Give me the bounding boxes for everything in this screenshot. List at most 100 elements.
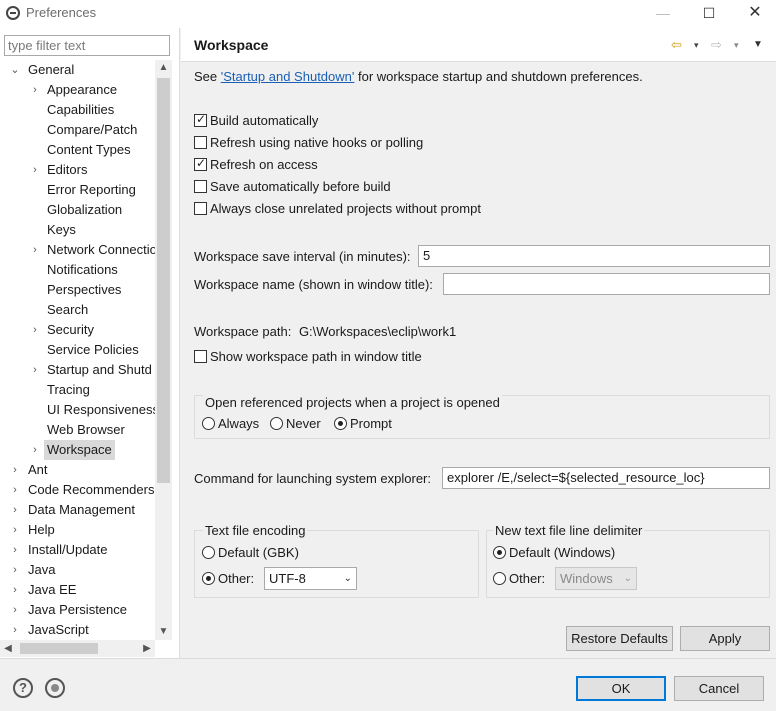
chevron-right-icon[interactable]: › xyxy=(9,560,21,580)
scrollbar-thumb[interactable] xyxy=(157,78,170,483)
checkbox-box[interactable] xyxy=(194,136,207,149)
forward-dropdown-icon[interactable]: ▾ xyxy=(734,40,739,51)
tree-horizontal-scrollbar[interactable]: ◀ ▶ xyxy=(0,640,155,657)
save-before-build-checkbox[interactable]: Save automatically before build xyxy=(194,179,391,194)
tree-item[interactable]: Error Reporting xyxy=(0,180,155,200)
record-macro-icon[interactable] xyxy=(45,678,65,698)
save-interval-input[interactable]: 5 xyxy=(418,245,770,267)
refresh-on-access-checkbox[interactable]: Refresh on access xyxy=(194,156,318,172)
radio-circle[interactable] xyxy=(202,572,215,585)
show-path-checkbox[interactable]: Show workspace path in window title xyxy=(194,349,422,364)
close-unrelated-checkbox[interactable]: Always close unrelated projects without … xyxy=(194,201,481,216)
checkbox-box[interactable] xyxy=(194,112,207,127)
startup-shutdown-link[interactable]: 'Startup and Shutdown' xyxy=(221,69,355,84)
tree-item[interactable]: Service Policies xyxy=(0,340,155,360)
tree-item[interactable]: Content Types xyxy=(0,140,155,160)
never-radio[interactable]: Never xyxy=(270,416,321,431)
back-dropdown-icon[interactable]: ▾ xyxy=(694,40,699,51)
tree-item[interactable]: › Workspace xyxy=(0,440,155,460)
chevron-right-icon[interactable]: › xyxy=(9,520,21,540)
tree-item[interactable]: › Startup and Shutd xyxy=(0,360,155,380)
tree-item[interactable]: Capabilities xyxy=(0,100,155,120)
radio-circle[interactable] xyxy=(493,572,506,585)
cancel-button[interactable]: Cancel xyxy=(674,676,764,701)
scroll-left-icon[interactable]: ◀ xyxy=(0,640,16,657)
tree-item[interactable]: Notifications xyxy=(0,260,155,280)
encoding-select[interactable]: UTF-8 ⌄ xyxy=(264,567,357,590)
explorer-command-input[interactable]: explorer /E,/select=${selected_resource_… xyxy=(442,467,770,489)
build-automatically-checkbox[interactable]: Build automatically xyxy=(194,112,318,128)
chevron-down-icon[interactable]: ⌄ xyxy=(9,60,21,80)
tree-item[interactable]: › Help xyxy=(0,520,155,540)
tree-item[interactable]: › Editors xyxy=(0,160,155,180)
tree-item[interactable]: Tracing xyxy=(0,380,155,400)
scroll-up-icon[interactable]: ▲ xyxy=(155,60,172,76)
radio-circle[interactable] xyxy=(334,417,347,430)
close-button[interactable]: ✕ xyxy=(732,0,776,28)
prompt-radio[interactable]: Prompt xyxy=(334,416,392,431)
tree-item[interactable]: › Java xyxy=(0,560,155,580)
tree-item[interactable]: › Ant xyxy=(0,460,155,480)
restore-defaults-button[interactable]: Restore Defaults xyxy=(566,626,673,651)
tree-item[interactable]: › Java Persistence xyxy=(0,600,155,620)
encoding-other-radio[interactable]: Other: xyxy=(202,571,254,586)
chevron-right-icon[interactable]: › xyxy=(9,480,21,500)
ok-button[interactable]: OK xyxy=(576,676,666,701)
scroll-right-icon[interactable]: ▶ xyxy=(139,640,155,657)
radio-circle[interactable] xyxy=(493,546,506,559)
tree-item[interactable]: › Java EE xyxy=(0,580,155,600)
tree-item[interactable]: › Data Management xyxy=(0,500,155,520)
chevron-right-icon[interactable]: › xyxy=(29,80,41,100)
chevron-right-icon[interactable]: › xyxy=(29,160,41,180)
chevron-right-icon[interactable]: › xyxy=(9,580,21,600)
tree-item[interactable]: › Security xyxy=(0,320,155,340)
chevron-right-icon[interactable]: › xyxy=(29,360,41,380)
chevron-right-icon[interactable]: › xyxy=(29,320,41,340)
back-arrow-icon[interactable]: ⇦ xyxy=(671,37,682,53)
chevron-right-icon[interactable]: › xyxy=(9,620,21,640)
chevron-right-icon[interactable]: › xyxy=(9,500,21,520)
radio-circle[interactable] xyxy=(270,417,283,430)
checkbox-box[interactable] xyxy=(194,156,207,171)
chevron-right-icon[interactable]: › xyxy=(29,240,41,260)
checkbox-box[interactable] xyxy=(194,350,207,363)
tree-item[interactable]: › Appearance xyxy=(0,80,155,100)
scroll-down-icon[interactable]: ▼ xyxy=(155,624,172,640)
tree-item[interactable]: › JavaScript xyxy=(0,620,155,640)
chevron-right-icon[interactable]: › xyxy=(9,460,21,480)
radio-circle[interactable] xyxy=(202,417,215,430)
chevron-right-icon[interactable]: › xyxy=(29,440,41,460)
view-menu-icon[interactable]: ▼ xyxy=(753,39,763,50)
radio-circle[interactable] xyxy=(202,546,215,559)
checkbox-box[interactable] xyxy=(194,202,207,215)
tree-item[interactable]: Globalization xyxy=(0,200,155,220)
tree-vertical-scrollbar[interactable]: ▲ ▼ xyxy=(155,60,172,640)
workspace-name-input[interactable] xyxy=(443,273,770,295)
tree-item[interactable]: ⌄ General xyxy=(0,60,155,80)
checkbox-box[interactable] xyxy=(194,180,207,193)
delimiter-other-radio[interactable]: Other: xyxy=(493,571,545,586)
minimize-button[interactable]: — xyxy=(640,0,686,28)
filter-input[interactable] xyxy=(4,35,170,56)
maximize-button[interactable]: ☐ xyxy=(686,0,732,28)
tree-item[interactable]: › Code Recommenders xyxy=(0,480,155,500)
always-radio[interactable]: Always xyxy=(202,416,259,431)
tree-item[interactable]: Web Browser xyxy=(0,420,155,440)
tree-item[interactable]: Search xyxy=(0,300,155,320)
tree-item[interactable]: UI Responsiveness xyxy=(0,400,155,420)
delimiter-select[interactable]: Windows ⌄ xyxy=(555,567,637,590)
help-icon[interactable]: ? xyxy=(13,678,33,698)
forward-arrow-icon[interactable]: ⇨ xyxy=(711,37,722,53)
chevron-right-icon[interactable]: › xyxy=(9,540,21,560)
tree-item[interactable]: › Install/Update xyxy=(0,540,155,560)
encoding-default-radio[interactable]: Default (GBK) xyxy=(202,545,299,560)
apply-button[interactable]: Apply xyxy=(680,626,770,651)
tree-item[interactable]: Perspectives xyxy=(0,280,155,300)
refresh-native-hooks-checkbox[interactable]: Refresh using native hooks or polling xyxy=(194,135,423,150)
scrollbar-thumb[interactable] xyxy=(20,643,98,654)
chevron-right-icon[interactable]: › xyxy=(9,600,21,620)
tree-item[interactable]: › Network Connectio xyxy=(0,240,155,260)
tree-item[interactable]: Compare/Patch xyxy=(0,120,155,140)
delimiter-default-radio[interactable]: Default (Windows) xyxy=(493,545,615,560)
tree-item[interactable]: Keys xyxy=(0,220,155,240)
